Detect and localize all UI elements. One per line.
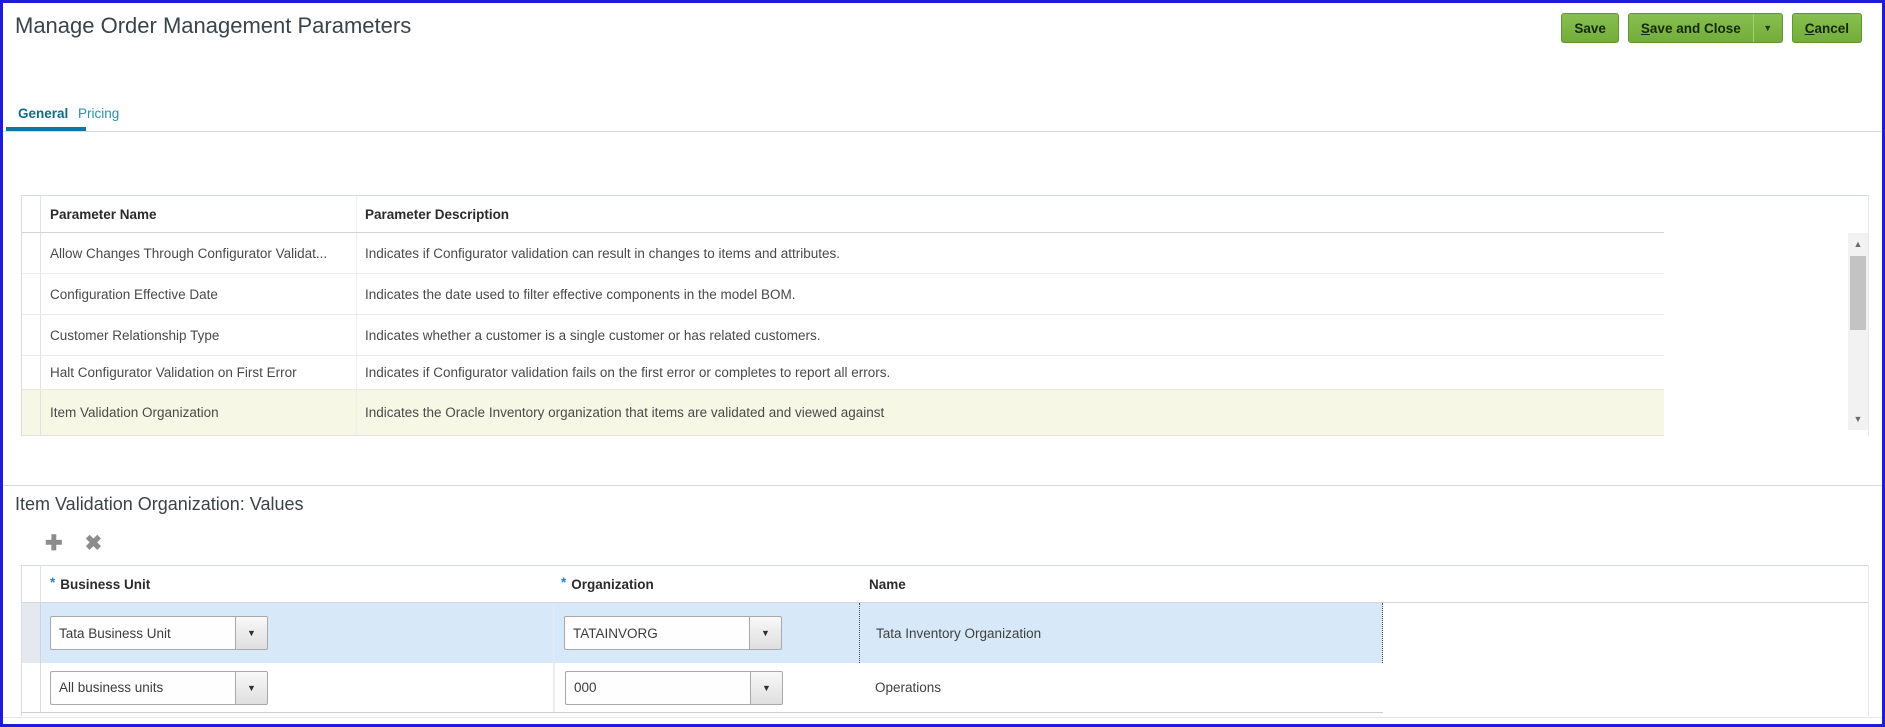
organization-input[interactable]: TATAINVORG bbox=[564, 616, 749, 650]
organization-name-cell: Operations bbox=[859, 663, 1383, 712]
values-table: * Business Unit * Organization Name Tata… bbox=[21, 565, 1869, 716]
organization-combobox: TATAINVORG ▼ bbox=[564, 616, 782, 650]
row-selector-cell[interactable] bbox=[22, 274, 41, 314]
required-asterisk: * bbox=[50, 575, 55, 590]
parameters-table: Parameter Name Parameter Description All… bbox=[21, 195, 1869, 436]
table-row[interactable]: Halt Configurator Validation on First Er… bbox=[22, 356, 1664, 390]
add-row-icon[interactable]: ✚ bbox=[45, 533, 63, 554]
dropdown-arrow-icon: ▼ bbox=[247, 628, 256, 638]
organization-input[interactable]: 000 bbox=[565, 671, 750, 705]
dropdown-arrow-icon: ▼ bbox=[761, 628, 770, 638]
organization-name-cell: Tata Inventory Organization bbox=[859, 603, 1383, 663]
dropdown-arrow-icon: ▼ bbox=[247, 683, 256, 693]
manage-order-management-parameters-page: Manage Order Management Parameters Save … bbox=[0, 0, 1885, 727]
tabbar-divider bbox=[3, 131, 1882, 132]
column-header-business-unit: * Business Unit bbox=[41, 566, 554, 602]
action-button-bar: Save Save and Close ▼ Cancel bbox=[1561, 13, 1862, 43]
column-header-parameter-description: Parameter Description bbox=[357, 196, 1664, 232]
section-divider bbox=[3, 485, 1882, 486]
row-selector-cell[interactable] bbox=[22, 663, 41, 712]
tab-pricing[interactable]: Pricing bbox=[78, 106, 119, 121]
organization-dropdown-button[interactable]: ▼ bbox=[749, 616, 782, 650]
values-row-selected[interactable]: Tata Business Unit ▼ TATAINVORG ▼ Tata I… bbox=[22, 603, 1383, 663]
column-header-parameter-name: Parameter Name bbox=[41, 196, 357, 232]
business-unit-combobox: Tata Business Unit ▼ bbox=[50, 616, 268, 650]
vertical-scrollbar[interactable]: ▲ ▼ bbox=[1848, 233, 1868, 430]
scroll-up-icon[interactable]: ▲ bbox=[1848, 235, 1868, 253]
chevron-down-icon: ▼ bbox=[1763, 23, 1772, 33]
cancel-button[interactable]: Cancel bbox=[1792, 13, 1862, 43]
row-selector-cell[interactable] bbox=[22, 390, 41, 435]
required-asterisk: * bbox=[561, 575, 566, 590]
business-unit-input[interactable]: Tata Business Unit bbox=[50, 616, 235, 650]
parameters-table-header: Parameter Name Parameter Description bbox=[22, 196, 1664, 233]
scroll-down-icon[interactable]: ▼ bbox=[1848, 410, 1868, 428]
business-unit-dropdown-button[interactable]: ▼ bbox=[235, 671, 268, 705]
row-selector-cell[interactable] bbox=[22, 315, 41, 355]
business-unit-dropdown-button[interactable]: ▼ bbox=[235, 616, 268, 650]
column-header-organization: * Organization bbox=[554, 566, 859, 602]
panel-bottom-divider bbox=[3, 717, 1882, 718]
values-toolbar: ✚ ✖ bbox=[45, 533, 102, 554]
table-row[interactable]: Allow Changes Through Configurator Valid… bbox=[22, 233, 1664, 274]
page-title: Manage Order Management Parameters bbox=[15, 13, 411, 39]
values-table-header: * Business Unit * Organization Name bbox=[22, 566, 1868, 603]
save-and-close-split-button: Save and Close ▼ bbox=[1628, 13, 1783, 43]
row-selector-cell[interactable] bbox=[22, 356, 41, 389]
business-unit-input[interactable]: All business units bbox=[50, 671, 235, 705]
scrollbar-thumb[interactable] bbox=[1850, 256, 1866, 330]
table-row[interactable]: Configuration Effective Date Indicates t… bbox=[22, 274, 1664, 315]
table-row[interactable]: Customer Relationship Type Indicates whe… bbox=[22, 315, 1664, 356]
save-and-close-dropdown-button[interactable]: ▼ bbox=[1754, 14, 1782, 42]
organization-combobox: 000 ▼ bbox=[565, 671, 783, 705]
row-selector-column-header bbox=[22, 196, 41, 232]
tab-general[interactable]: General bbox=[18, 106, 68, 121]
row-selector-cell[interactable] bbox=[22, 603, 41, 663]
column-header-name: Name bbox=[859, 566, 1868, 602]
values-section-title: Item Validation Organization: Values bbox=[15, 494, 304, 515]
save-and-close-button[interactable]: Save and Close bbox=[1629, 14, 1754, 42]
row-selector-cell[interactable] bbox=[22, 233, 41, 273]
business-unit-combobox: All business units ▼ bbox=[50, 671, 268, 705]
dropdown-arrow-icon: ▼ bbox=[762, 683, 771, 693]
organization-dropdown-button[interactable]: ▼ bbox=[750, 671, 783, 705]
delete-row-icon[interactable]: ✖ bbox=[85, 533, 103, 554]
save-button[interactable]: Save bbox=[1561, 13, 1619, 43]
table-row-highlighted[interactable]: Item Validation Organization Indicates t… bbox=[22, 390, 1664, 436]
values-row[interactable]: All business units ▼ 000 ▼ Operations bbox=[22, 663, 1383, 713]
row-selector-column-header bbox=[22, 566, 41, 602]
